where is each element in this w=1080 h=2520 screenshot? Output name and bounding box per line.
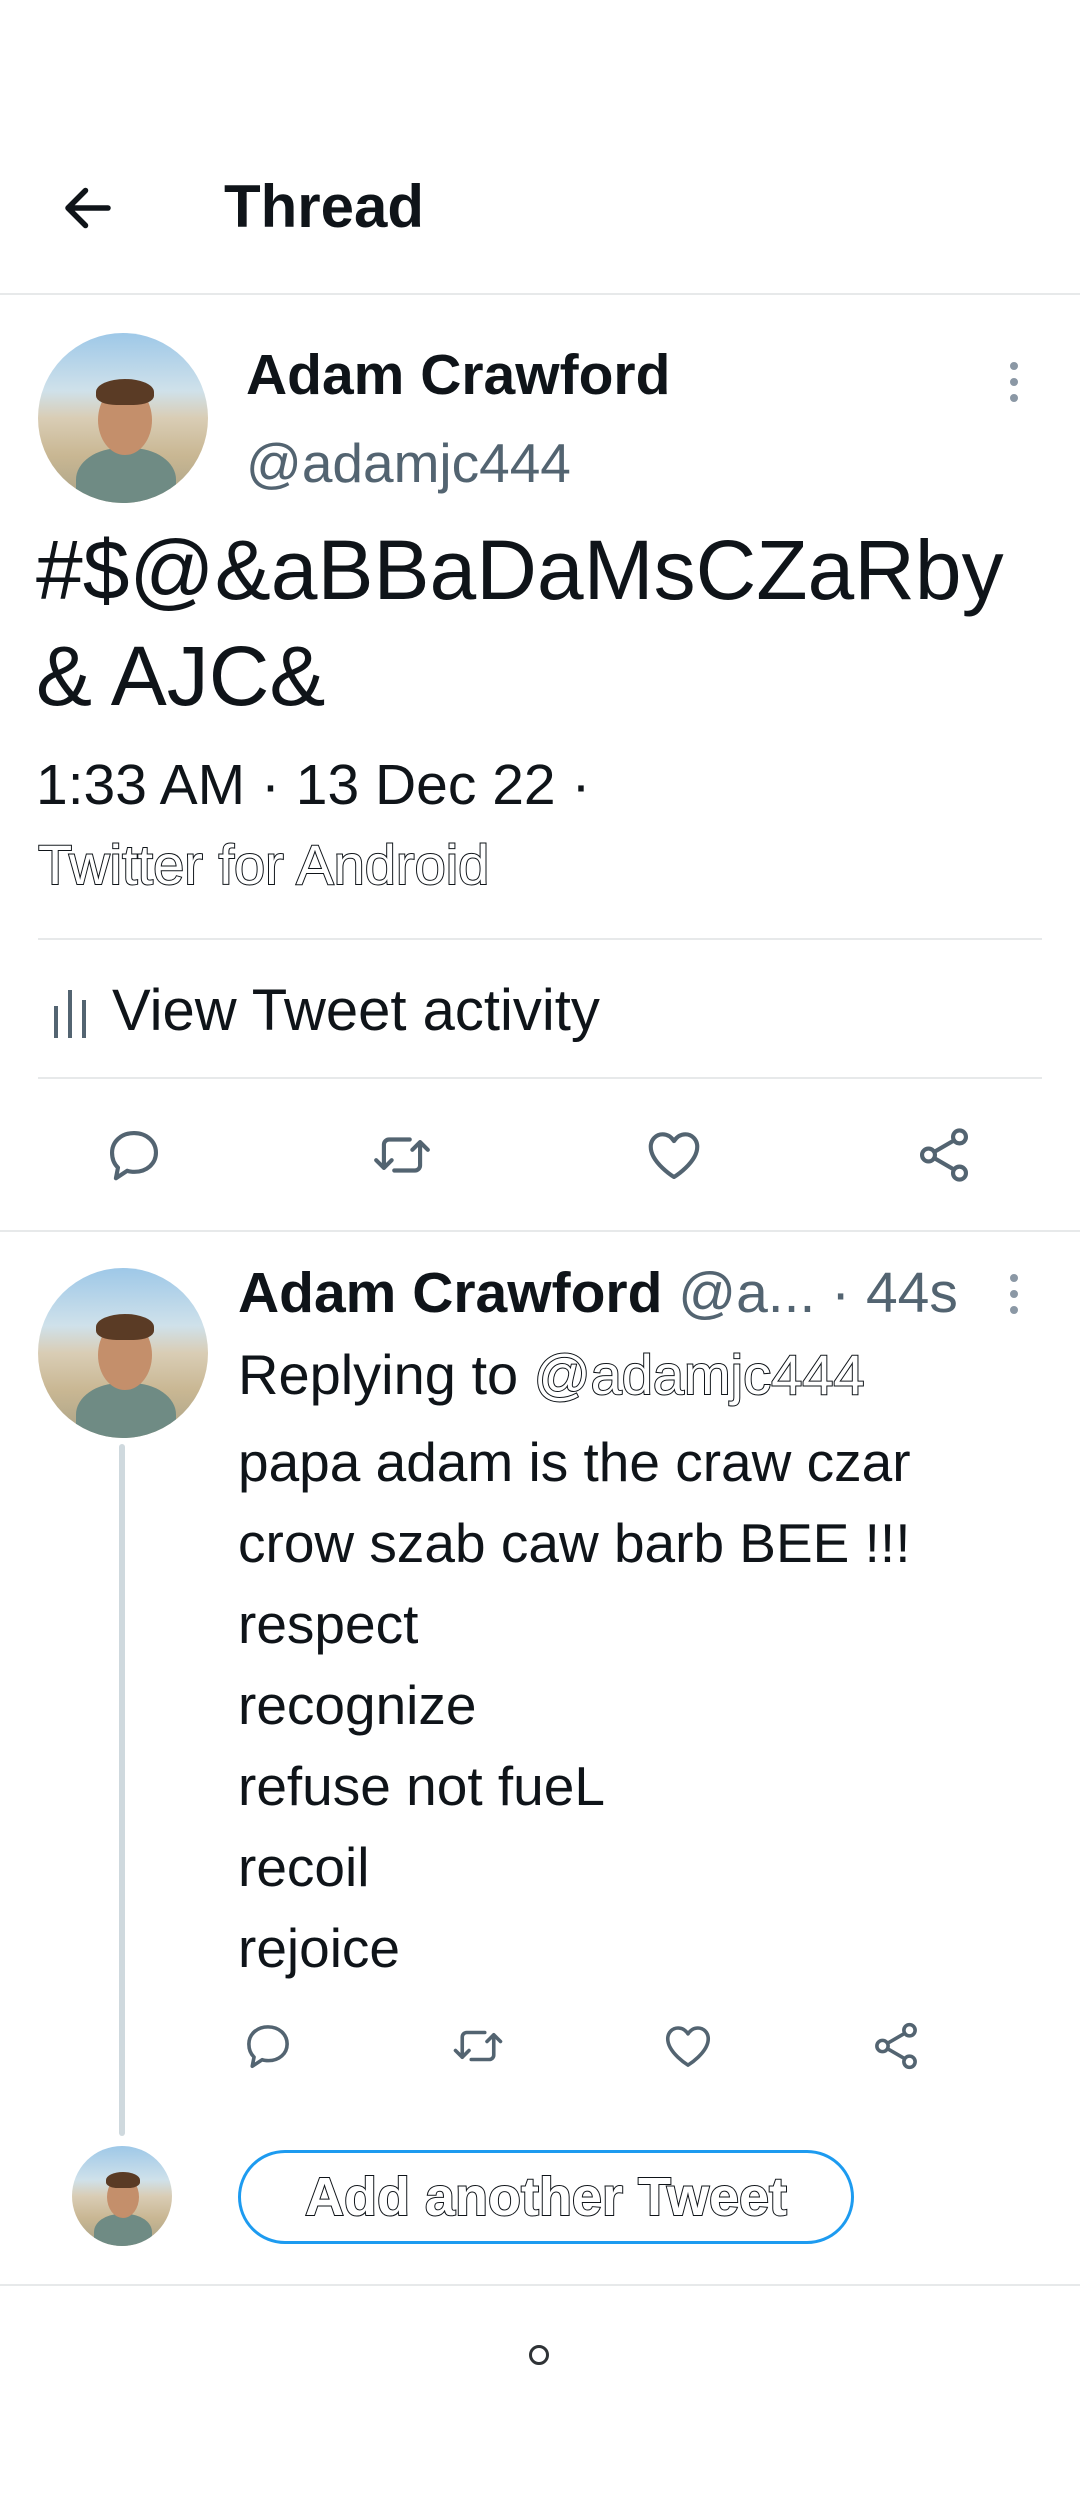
reply-text: papa adam is the craw czar crow szab caw…	[238, 1422, 911, 1989]
replying-to-handle[interactable]: @adamjc444	[533, 1342, 866, 1407]
retweet-icon	[374, 1137, 430, 1173]
author-handle[interactable]: @adamjc444	[246, 428, 571, 498]
more-vertical-icon	[1010, 362, 1018, 402]
header-divider	[0, 293, 1080, 295]
reply-reply-button[interactable]	[232, 2016, 304, 2076]
share-icon	[919, 1128, 969, 1182]
reply-text-line: recognize	[238, 1674, 477, 1736]
divider	[38, 1077, 1042, 1079]
home-indicator-icon[interactable]	[529, 2345, 549, 2365]
like-icon	[665, 2026, 711, 2067]
author-name[interactable]: Adam Crawford	[246, 340, 670, 410]
reply-author-name[interactable]: Adam Crawford	[238, 1261, 662, 1325]
avatar	[72, 2146, 172, 2246]
reply-text-line: respect	[238, 1593, 419, 1655]
reply-text-line: refuse not fueL	[238, 1755, 605, 1817]
view-activity-row[interactable]: View Tweet activity	[38, 972, 1038, 1052]
reply-icon	[109, 1130, 159, 1181]
reply-button[interactable]	[92, 1120, 176, 1190]
reply-header: Adam Crawford @a... · 44s	[238, 1258, 958, 1328]
replying-to-prefix: Replying to	[238, 1343, 534, 1406]
divider	[38, 938, 1042, 940]
page-title: Thread	[224, 173, 425, 240]
add-another-tweet-label: Add another Tweet	[304, 2166, 788, 2228]
thread-line	[119, 1444, 125, 2136]
section-divider	[0, 1230, 1080, 1232]
reply-like-button[interactable]	[652, 2016, 724, 2076]
like-button[interactable]	[632, 1120, 716, 1190]
retweet-icon	[453, 2030, 503, 2062]
tweet-timestamp[interactable]: 1:33 AM · 13 Dec 22 ·	[36, 750, 590, 820]
view-activity-label: View Tweet activity	[112, 978, 600, 1043]
bottom-divider	[0, 2284, 1080, 2286]
reply-author-handle[interactable]: @a...	[678, 1261, 815, 1325]
retweet-button[interactable]	[360, 1120, 444, 1190]
tweet-text-line-1: #$@&aBBaDaMsCZaRby	[36, 523, 1004, 617]
reply-share-button[interactable]	[860, 2016, 932, 2076]
more-options-button[interactable]	[990, 350, 1038, 414]
reply-text-line: recoil	[238, 1836, 370, 1898]
reply-text-line: rejoice	[238, 1917, 401, 1979]
like-icon	[648, 1132, 700, 1180]
reply-retweet-button[interactable]	[442, 2016, 514, 2076]
share-icon	[875, 2022, 917, 2070]
reply-text-line: papa adam is the craw czar	[238, 1431, 911, 1493]
avatar[interactable]	[38, 1268, 208, 1438]
add-another-tweet-button[interactable]: Add another Tweet	[238, 2150, 854, 2244]
reply-icon	[247, 2025, 289, 2069]
reply-age: · 44s	[831, 1261, 958, 1325]
back-button[interactable]	[48, 168, 128, 248]
replying-to: Replying to @adamjc444	[238, 1340, 866, 1410]
share-button[interactable]	[902, 1120, 986, 1190]
tweet-text-line-2: & AJC&	[36, 629, 326, 723]
back-arrow-icon	[65, 187, 111, 229]
reply-more-options-button[interactable]	[990, 1262, 1038, 1326]
more-vertical-icon	[1010, 1274, 1018, 1314]
activity-bars-icon	[54, 990, 86, 1038]
avatar[interactable]	[38, 333, 208, 503]
reply-text-line: crow szab caw barb BEE !!!	[238, 1512, 911, 1574]
tweet-source[interactable]: Twitter for Android	[37, 830, 490, 900]
